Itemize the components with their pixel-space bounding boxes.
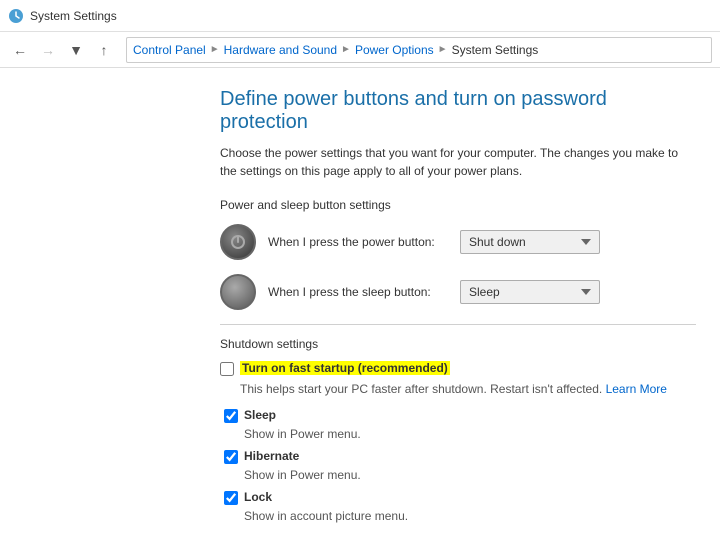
power-sleep-section-label: Power and sleep button settings (220, 198, 696, 212)
page-description: Choose the power settings that you want … (220, 144, 696, 180)
power-button-dropdown[interactable]: Do nothing Sleep Hibernate Shut down Tur… (460, 230, 600, 254)
sleep-checkbox-desc: Show in Power menu. (244, 427, 696, 441)
breadcrumb-system-settings: System Settings (452, 43, 539, 57)
sleep-button-row: When I press the sleep button: Do nothin… (220, 274, 696, 310)
power-sleep-section: Power and sleep button settings When I p… (220, 198, 696, 310)
breadcrumb: Control Panel ► Hardware and Sound ► Pow… (126, 37, 712, 63)
hibernate-checkbox-group: Hibernate Show in Power menu. (224, 449, 696, 482)
breadcrumb-sep-1: ► (210, 44, 220, 55)
main-content: Define power buttons and turn on passwor… (0, 68, 720, 538)
fast-startup-row: Turn on fast startup (recommended) (220, 361, 696, 376)
learn-more-link[interactable]: Learn More (606, 382, 667, 396)
title-bar-text: System Settings (30, 9, 117, 23)
power-button-row: When I press the power button: Do nothin… (220, 224, 696, 260)
title-bar: System Settings (0, 0, 720, 32)
lock-checkbox-group: Lock Show in account picture menu. (224, 490, 696, 523)
sleep-button-dropdown[interactable]: Do nothing Sleep Hibernate Shut down Tur… (460, 280, 600, 304)
lock-checkbox-row: Lock (224, 490, 696, 505)
hibernate-checkbox-desc: Show in Power menu. (244, 468, 696, 482)
hibernate-checkbox-row: Hibernate (224, 449, 696, 464)
lock-checkbox-label[interactable]: Lock (244, 490, 272, 504)
shutdown-section-label: Shutdown settings (220, 337, 696, 351)
power-icon (220, 224, 256, 260)
forward-button[interactable]: → (36, 38, 60, 62)
lock-checkbox[interactable] (224, 491, 238, 505)
fast-startup-highlight-text: Turn on fast startup (recommended) (242, 361, 448, 375)
sleep-button-label: When I press the sleep button: (268, 285, 448, 299)
section-divider (220, 324, 696, 325)
shutdown-section: Shutdown settings Turn on fast startup (… (220, 337, 696, 523)
nav-bar: ← → ▼ ↑ Control Panel ► Hardware and Sou… (0, 32, 720, 68)
page-title: Define power buttons and turn on passwor… (220, 88, 696, 134)
fast-startup-label[interactable]: Turn on fast startup (recommended) (240, 361, 450, 375)
hibernate-checkbox[interactable] (224, 450, 238, 464)
sleep-checkbox-row: Sleep (224, 408, 696, 423)
breadcrumb-hardware-sound[interactable]: Hardware and Sound (224, 43, 337, 57)
hibernate-checkbox-label[interactable]: Hibernate (244, 449, 299, 463)
app-icon (8, 8, 24, 24)
sleep-checkbox-group: Sleep Show in Power menu. (224, 408, 696, 441)
breadcrumb-sep-2: ► (341, 44, 351, 55)
power-button-label: When I press the power button: (268, 235, 448, 249)
breadcrumb-control-panel[interactable]: Control Panel (133, 43, 206, 57)
sleep-checkbox-label[interactable]: Sleep (244, 408, 276, 422)
fast-startup-description: This helps start your PC faster after sh… (240, 380, 696, 398)
lock-checkbox-desc: Show in account picture menu. (244, 509, 696, 523)
up-button[interactable]: ↑ (92, 38, 116, 62)
back-button[interactable]: ← (8, 38, 32, 62)
sleep-checkbox[interactable] (224, 409, 238, 423)
breadcrumb-sep-3: ► (438, 44, 448, 55)
sleep-icon (220, 274, 256, 310)
recent-button[interactable]: ▼ (64, 38, 88, 62)
breadcrumb-power-options[interactable]: Power Options (355, 43, 434, 57)
fast-startup-checkbox[interactable] (220, 362, 234, 376)
